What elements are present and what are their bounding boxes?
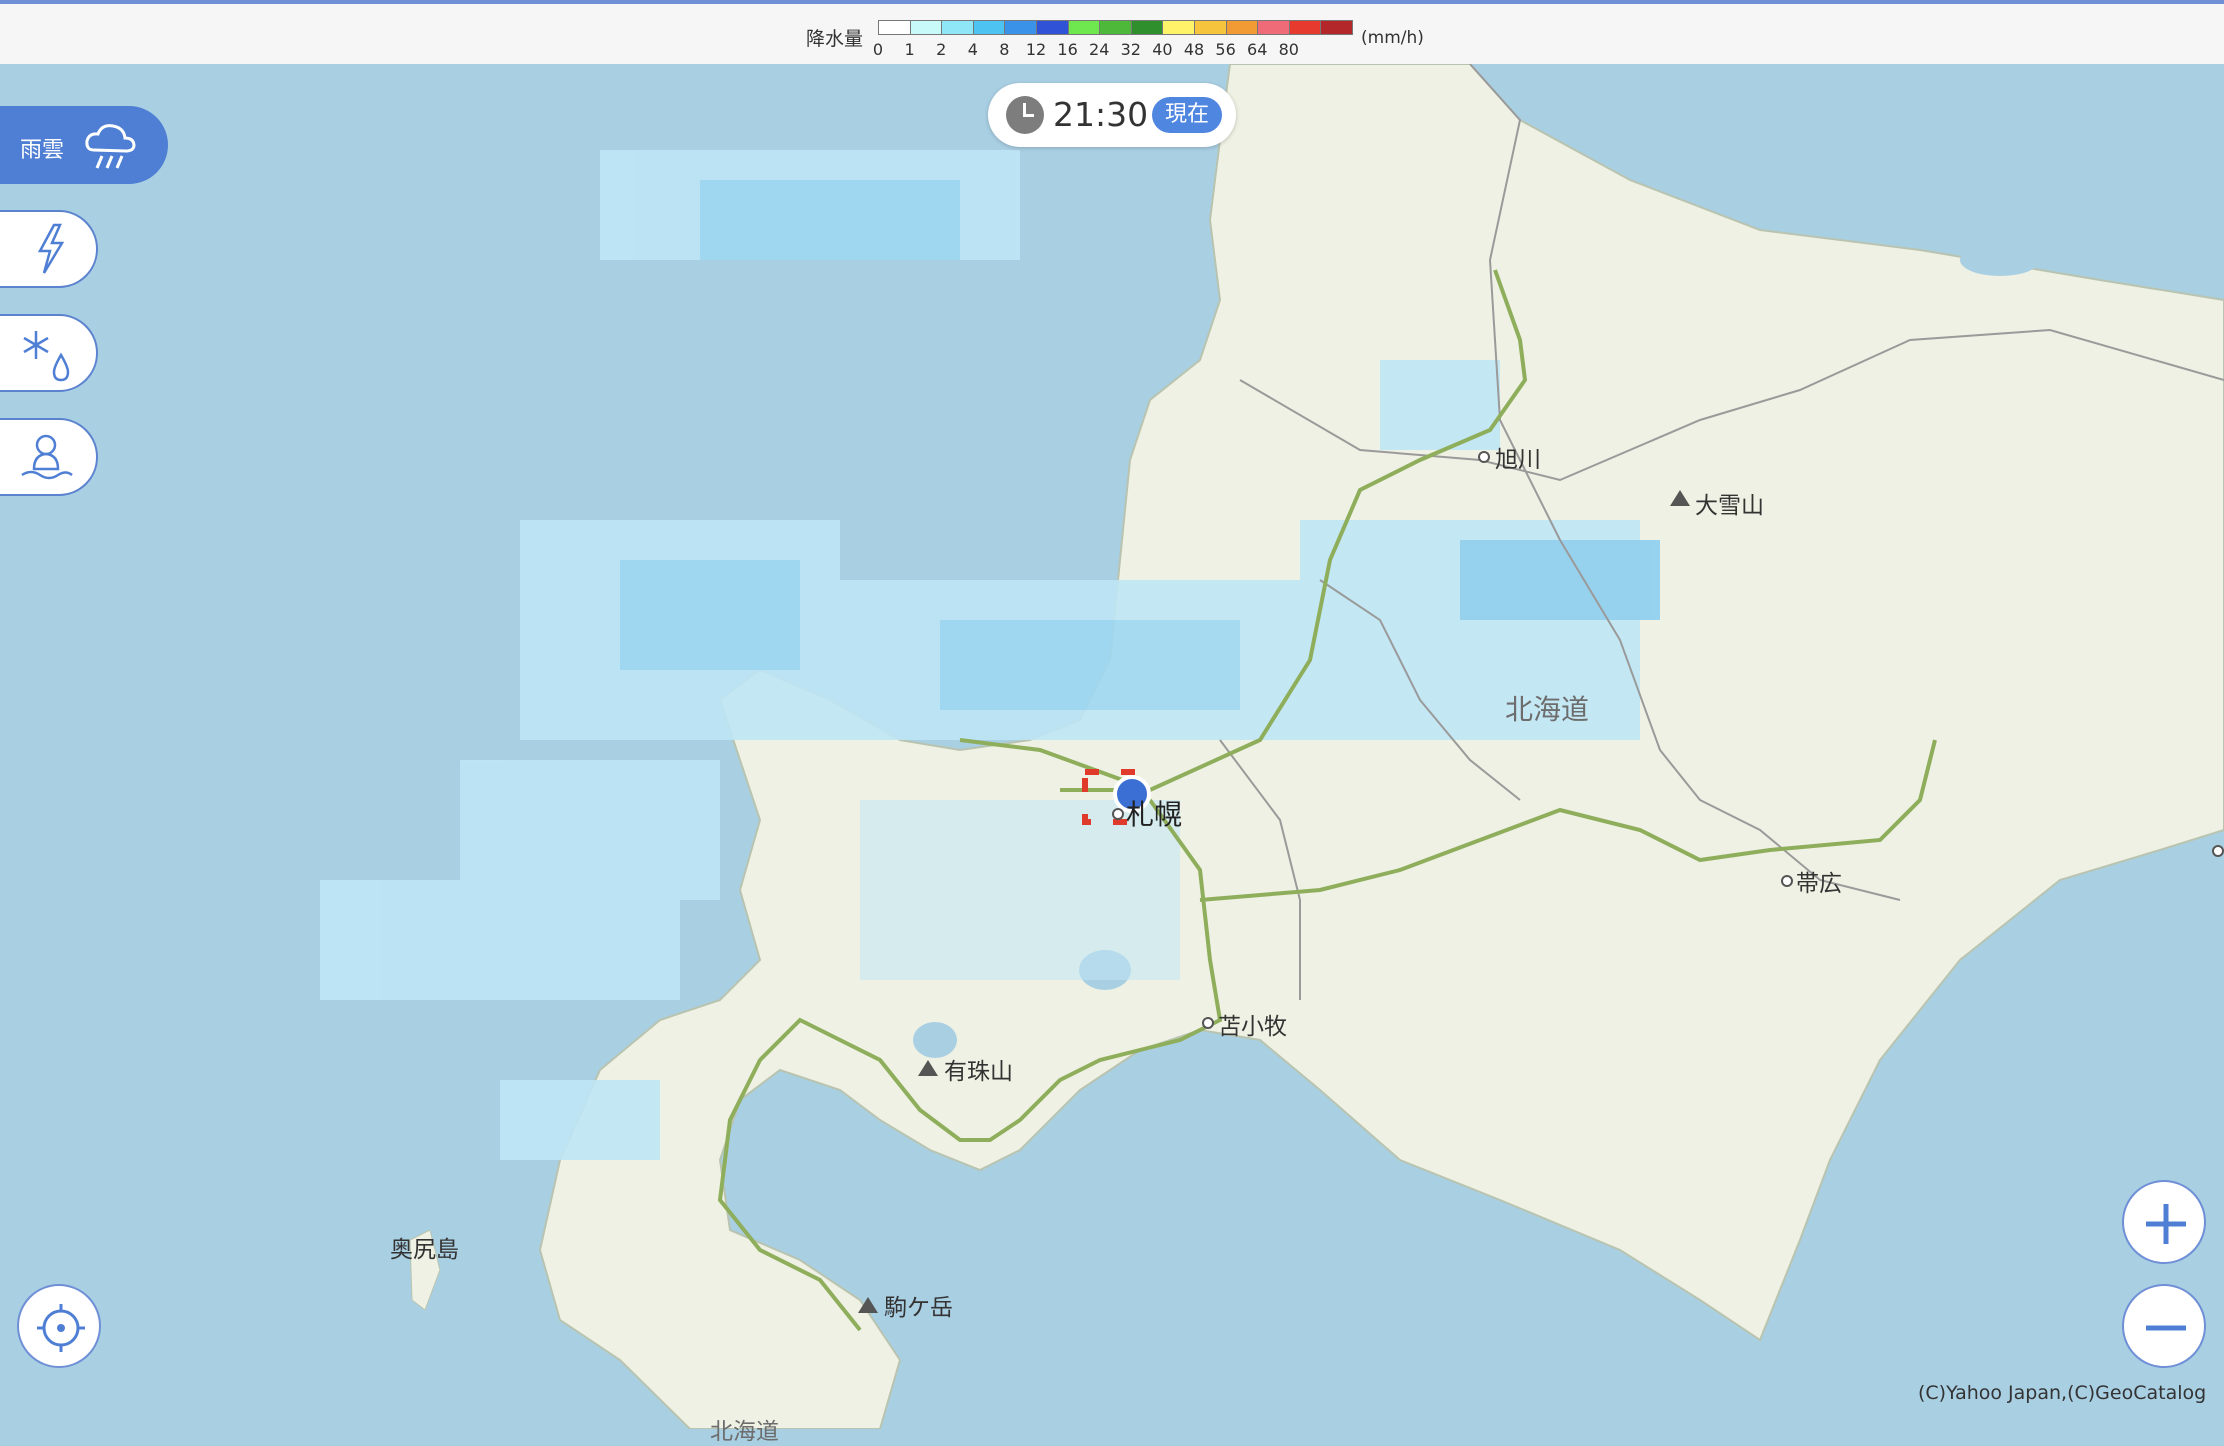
- legend-swatch: [1320, 20, 1353, 35]
- legend-title: 降水量: [806, 28, 864, 50]
- precipitation-legend: 降水量 0 1 2 4 8 12 16 24 32 40 48 56 64 80 (mm/h): [0, 0, 2224, 64]
- now-badge[interactable]: 現在: [1152, 97, 1222, 133]
- legend-swatch: [878, 20, 911, 35]
- legend-swatch: [972, 20, 1006, 35]
- minus-icon: [2146, 1325, 2186, 1331]
- legend-swatch: [1130, 20, 1164, 35]
- legend-label: 32: [1120, 40, 1141, 59]
- snow-depth-button[interactable]: [0, 418, 98, 496]
- legend-label: 40: [1152, 40, 1173, 59]
- clock-icon: [1006, 96, 1044, 134]
- legend-swatch: [909, 20, 943, 35]
- legend-swatch: [1067, 20, 1101, 35]
- legend-label: 1: [904, 40, 915, 59]
- zoom-out-button[interactable]: [2122, 1284, 2206, 1368]
- map-canvas: [0, 64, 2224, 1429]
- lightning-icon: [37, 223, 65, 274]
- lightning-button[interactable]: [0, 210, 98, 288]
- plus-icon: [2146, 1204, 2186, 1244]
- legend-swatch: [1099, 20, 1132, 35]
- weather-map[interactable]: [0, 64, 2224, 1429]
- place-sapporo: 札幌: [1126, 798, 1183, 831]
- rain-cloud-label: 雨雲: [20, 138, 65, 163]
- place-komagatake: 駒ケ岳: [884, 1295, 953, 1321]
- legend-label: 2: [936, 40, 947, 59]
- legend-label: 64: [1247, 40, 1268, 59]
- legend-swatch: [1257, 20, 1290, 35]
- place-obihiro: 帯広: [1796, 871, 1842, 897]
- time-selector[interactable]: 21:30 現在: [988, 83, 1236, 147]
- place-taisetsuzan: 大雪山: [1695, 493, 1764, 519]
- place-hokkaido-bottom: 北海道: [710, 1419, 779, 1445]
- locate-button[interactable]: [17, 1284, 101, 1368]
- legend-swatch: [1004, 20, 1037, 35]
- legend-label: 16: [1057, 40, 1078, 59]
- legend-label: 8: [999, 40, 1010, 59]
- legend-swatch: [1036, 20, 1069, 35]
- crosshair-icon: [37, 1304, 85, 1352]
- legend-swatch: [1162, 20, 1195, 35]
- rain-cloud-button[interactable]: 雨雲: [0, 106, 168, 184]
- legend-label: 0: [872, 40, 884, 59]
- legend-swatch: [1225, 20, 1259, 35]
- time-value: 21:30: [1053, 95, 1149, 134]
- legend-swatch: [941, 20, 974, 35]
- copyright: (C)Yahoo Japan,(C)GeoCatalog: [1918, 1382, 2207, 1404]
- legend-unit: (mm/h): [1361, 28, 1424, 48]
- rain-cloud-icon: [85, 124, 136, 169]
- place-asahikawa: 旭川: [1495, 447, 1541, 473]
- snow-icon: [23, 331, 70, 382]
- snowman-icon: [21, 434, 73, 480]
- legend-swatch: [1288, 20, 1322, 35]
- legend-label: 12: [1025, 40, 1047, 59]
- snow-button[interactable]: [0, 314, 98, 392]
- legend-label: 24: [1089, 40, 1110, 59]
- place-usuzan: 有珠山: [944, 1059, 1013, 1085]
- legend-label: 56: [1215, 40, 1236, 59]
- legend-swatch: [1194, 20, 1227, 35]
- place-okushiri: 奥尻島: [390, 1237, 459, 1263]
- legend-label: 4: [967, 40, 978, 59]
- zoom-in-button[interactable]: [2122, 1180, 2206, 1264]
- legend-label: 80: [1278, 40, 1299, 59]
- legend-label: 48: [1183, 40, 1205, 59]
- place-hokkaido: 北海道: [1505, 693, 1590, 726]
- place-tomakomai: 苫小牧: [1218, 1014, 1287, 1040]
